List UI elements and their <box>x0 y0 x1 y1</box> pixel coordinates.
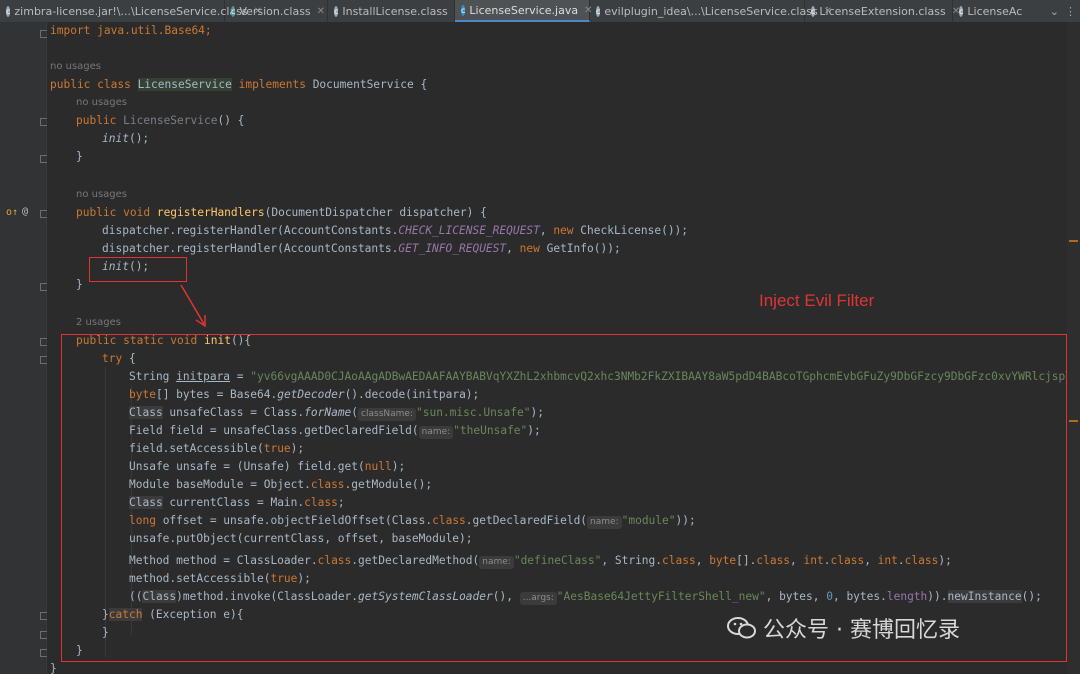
code-text: () { <box>217 114 245 127</box>
tab-label: LicenseAc <box>967 4 1023 18</box>
keyword: public <box>76 114 124 127</box>
tab-label: InstallLicense.class <box>342 4 448 18</box>
class-name: LicenseService <box>137 78 232 91</box>
method-call: init <box>102 132 129 145</box>
keyword: new <box>553 224 581 237</box>
tab-version-class[interactable]: c Version.class ✕ <box>225 0 328 22</box>
editor-scrollbar[interactable] <box>1066 22 1080 674</box>
code-line-close: } <box>76 148 83 166</box>
class-file-icon: c <box>6 5 11 17</box>
code-line-import: import java.util.Base64; <box>50 22 212 40</box>
code-text: dispatcher.registerHandler(AccountConsta… <box>102 242 399 255</box>
annotation-arrow-icon <box>180 284 206 328</box>
usage-hint[interactable]: no usages <box>76 94 127 112</box>
keyword: implements <box>231 78 313 91</box>
class-file-icon: c <box>596 5 601 17</box>
tab-license-ac[interactable]: c LicenseAc <box>953 0 1023 22</box>
close-icon[interactable]: ✕ <box>317 6 325 17</box>
constant: CHECK_LICENSE_REQUEST <box>398 224 540 237</box>
code-line-register-2: dispatcher.registerHandler(AccountConsta… <box>102 240 621 258</box>
code-line-constructor: public LicenseService() { <box>76 112 244 130</box>
scroll-marker <box>1069 240 1078 242</box>
tab-install-license[interactable]: c InstallLicense.class ✕ <box>328 0 462 22</box>
keyword: public class <box>50 78 138 91</box>
tab-label: evilplugin_idea\...\LicenseService.class <box>604 4 818 18</box>
usage-hint[interactable]: no usages <box>76 186 127 204</box>
constant: GET_INFO_REQUEST <box>398 242 507 255</box>
tab-label: LicenseService.java <box>469 3 579 17</box>
code-text: (); <box>128 132 150 145</box>
usage-hint[interactable]: no usages <box>50 58 101 76</box>
tab-license-service-java[interactable]: c LicenseService.java ✕ <box>455 0 592 22</box>
constructor-name: LicenseService <box>123 114 218 127</box>
editor-tab-bar: c zimbra-license.jar!\...\LicenseService… <box>0 0 1080 23</box>
import-statement: import java.util.Base64; <box>50 24 212 37</box>
interface-name: DocumentService { <box>312 78 428 91</box>
code-line-close: } <box>50 660 57 674</box>
init-call-highlight-box <box>89 257 187 282</box>
tab-actions: ⌄ ⋮ <box>1045 0 1080 22</box>
code-line-init-call: init(); <box>102 130 149 148</box>
wechat-watermark: 公众号 · 赛博回忆录 <box>727 612 960 644</box>
code-text: (DocumentDispatcher dispatcher) { <box>264 206 487 219</box>
code-text: CheckLicense()); <box>580 224 689 237</box>
override-method-icon[interactable]: o↑ <box>6 207 18 218</box>
more-options-icon[interactable]: ⋮ <box>1065 5 1076 18</box>
annotation-at-icon[interactable]: @ <box>22 206 28 217</box>
wechat-icon <box>727 616 756 640</box>
code-text: } <box>50 662 57 674</box>
code-text: , <box>539 224 554 237</box>
code-line-register-decl: public void registerHandlers(DocumentDis… <box>76 204 487 222</box>
code-line-register-1: dispatcher.registerHandler(AccountConsta… <box>102 222 688 240</box>
keyword: new <box>519 242 547 255</box>
tab-license-extension[interactable]: c LicenseExtension.class ✕ <box>805 0 960 22</box>
class-file-icon: c <box>811 5 816 17</box>
arrow-shaft <box>180 284 205 325</box>
scroll-marker <box>1069 420 1078 422</box>
code-line-close: } <box>76 276 83 294</box>
keyword: public void <box>76 206 157 219</box>
tab-zimbra-license-service[interactable]: c zimbra-license.jar!\...\LicenseService… <box>0 0 262 22</box>
tab-label: Version.class <box>239 4 311 18</box>
class-file-icon: c <box>334 5 339 17</box>
code-text: } <box>76 150 83 163</box>
code-text: , <box>506 242 520 255</box>
code-text: } <box>76 278 83 291</box>
chevron-down-icon[interactable]: ⌄ <box>1050 5 1059 18</box>
code-text: dispatcher.registerHandler(AccountConsta… <box>102 224 399 237</box>
class-file-icon: c <box>959 5 964 17</box>
tab-evilplugin-license-service[interactable]: c evilplugin_idea\...\LicenseService.cla… <box>590 0 832 22</box>
watermark-text: 公众号 · 赛博回忆录 <box>763 618 960 643</box>
method-name: registerHandlers <box>156 206 265 219</box>
tab-label: LicenseExtension.class <box>819 4 946 18</box>
code-line-class-decl: public class LicenseService implements D… <box>50 76 427 94</box>
annotation-label: Inject Evil Filter <box>759 291 875 310</box>
code-text: GetInfo()); <box>546 242 621 255</box>
tab-label: zimbra-license.jar!\...\LicenseService.c… <box>14 4 248 18</box>
java-file-icon: c <box>461 4 466 16</box>
usage-hint[interactable]: 2 usages <box>76 314 121 332</box>
class-file-icon: c <box>231 5 236 17</box>
